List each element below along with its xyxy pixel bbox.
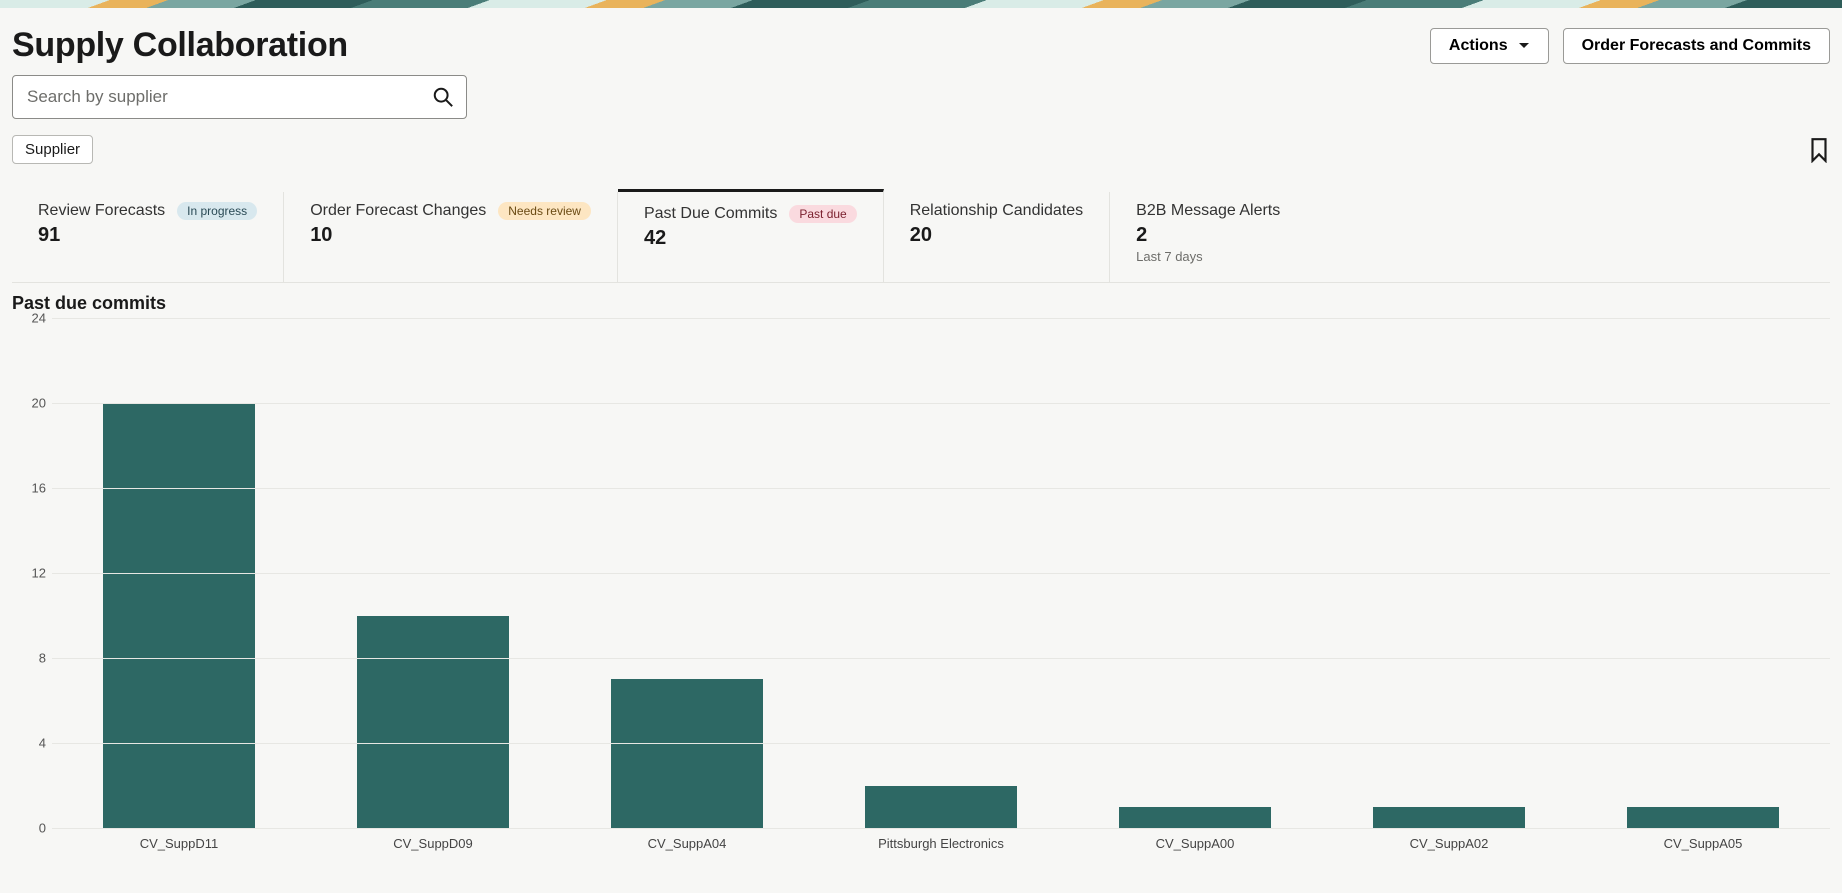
kpi-badge: Past due [789,205,856,223]
kpi-label: Review Forecasts [38,202,165,220]
chart-y-tick: 0 [16,821,46,836]
chart-y-tick: 24 [16,311,46,326]
chart-bar[interactable] [611,679,763,828]
chart-x-label: CV_SuppD09 [306,836,560,851]
chart-x-label: CV_SuppA00 [1068,836,1322,851]
kpi-badge: Needs review [498,202,591,220]
page-title: Supply Collaboration [12,26,348,65]
header-row: Supply Collaboration Actions Order Forec… [12,8,1830,65]
page-container: Supply Collaboration Actions Order Forec… [0,8,1842,848]
chart-y-tick: 4 [16,736,46,751]
actions-button[interactable]: Actions [1430,28,1549,64]
kpi-tab-order-forecast-changes[interactable]: Order Forecast Changes Needs review 10 [284,192,618,282]
chart-area: 04812162024 CV_SuppD11CV_SuppD09CV_SuppA… [12,318,1830,848]
chart-bar[interactable] [1373,807,1525,828]
kpi-top: Review Forecasts In progress [38,202,257,220]
kpi-tab-row: Review Forecasts In progress 91 Order Forec… [12,192,1830,283]
chart-gridline [52,488,1830,489]
kpi-value: 20 [910,224,1083,247]
kpi-subtext: Last 7 days [1136,249,1284,264]
chart-x-label: CV_SuppA02 [1322,836,1576,851]
chart-y-tick: 16 [16,481,46,496]
kpi-tab-past-due-commits[interactable]: Past Due Commits Past due 42 [618,189,884,282]
kpi-tab-relationship-candidates[interactable]: Relationship Candidates 20 [884,192,1110,282]
chart-x-label: CV_SuppA04 [560,836,814,851]
kpi-value: 10 [310,224,591,247]
kpi-top: Relationship Candidates [910,202,1083,220]
caret-down-icon [1518,42,1530,50]
chart-x-label: CV_SuppD11 [52,836,306,851]
search-field-wrap[interactable] [12,75,467,119]
chart-gridline [52,658,1830,659]
chart-x-label: CV_SuppA05 [1576,836,1830,851]
bookmark-icon[interactable] [1808,137,1830,163]
kpi-label: B2B Message Alerts [1136,202,1280,220]
chart-bar[interactable] [357,616,509,829]
kpi-value: 2 [1136,224,1284,247]
kpi-tab-b2b-message-alerts[interactable]: B2B Message Alerts 2 Last 7 days [1110,192,1310,282]
chart-x-label: Pittsburgh Electronics [814,836,1068,851]
kpi-tab-review-forecasts[interactable]: Review Forecasts In progress 91 [12,192,284,282]
chart-gridline [52,573,1830,574]
search-input[interactable] [25,86,432,108]
chart-section-title: Past due commits [12,293,1830,314]
chart-y-tick: 20 [16,396,46,411]
kpi-value: 91 [38,224,257,247]
kpi-top: Past Due Commits Past due [644,205,857,223]
chart-plot: 04812162024 [52,318,1830,828]
chart-x-labels: CV_SuppD11CV_SuppD09CV_SuppA04Pittsburgh… [52,836,1830,851]
chart-bar[interactable] [1119,807,1271,828]
kpi-value: 42 [644,227,857,250]
kpi-top: Order Forecast Changes Needs review [310,202,591,220]
chart-gridline [52,828,1830,829]
kpi-badge: In progress [177,202,257,220]
chart-bar[interactable] [103,403,255,828]
kpi-top: B2B Message Alerts [1136,202,1284,220]
order-forecasts-and-commits-button[interactable]: Order Forecasts and Commits [1563,28,1830,64]
supplier-filter-chip[interactable]: Supplier [12,135,93,164]
header-buttons: Actions Order Forecasts and Commits [1430,28,1830,64]
chart-bar[interactable] [865,786,1017,829]
decorative-banner [0,0,1842,8]
kpi-label: Relationship Candidates [910,202,1083,220]
chart-y-tick: 12 [16,566,46,581]
order-forecasts-button-label: Order Forecasts and Commits [1582,37,1811,55]
kpi-label: Past Due Commits [644,205,777,223]
chart-y-tick: 8 [16,651,46,666]
chart-gridline [52,403,1830,404]
chart-gridline [52,743,1830,744]
kpi-label: Order Forecast Changes [310,202,486,220]
actions-button-label: Actions [1449,37,1508,55]
chart-bar[interactable] [1627,807,1779,828]
filter-chip-row: Supplier [12,135,1830,164]
chart-gridline [52,318,1830,319]
search-icon[interactable] [432,86,454,108]
